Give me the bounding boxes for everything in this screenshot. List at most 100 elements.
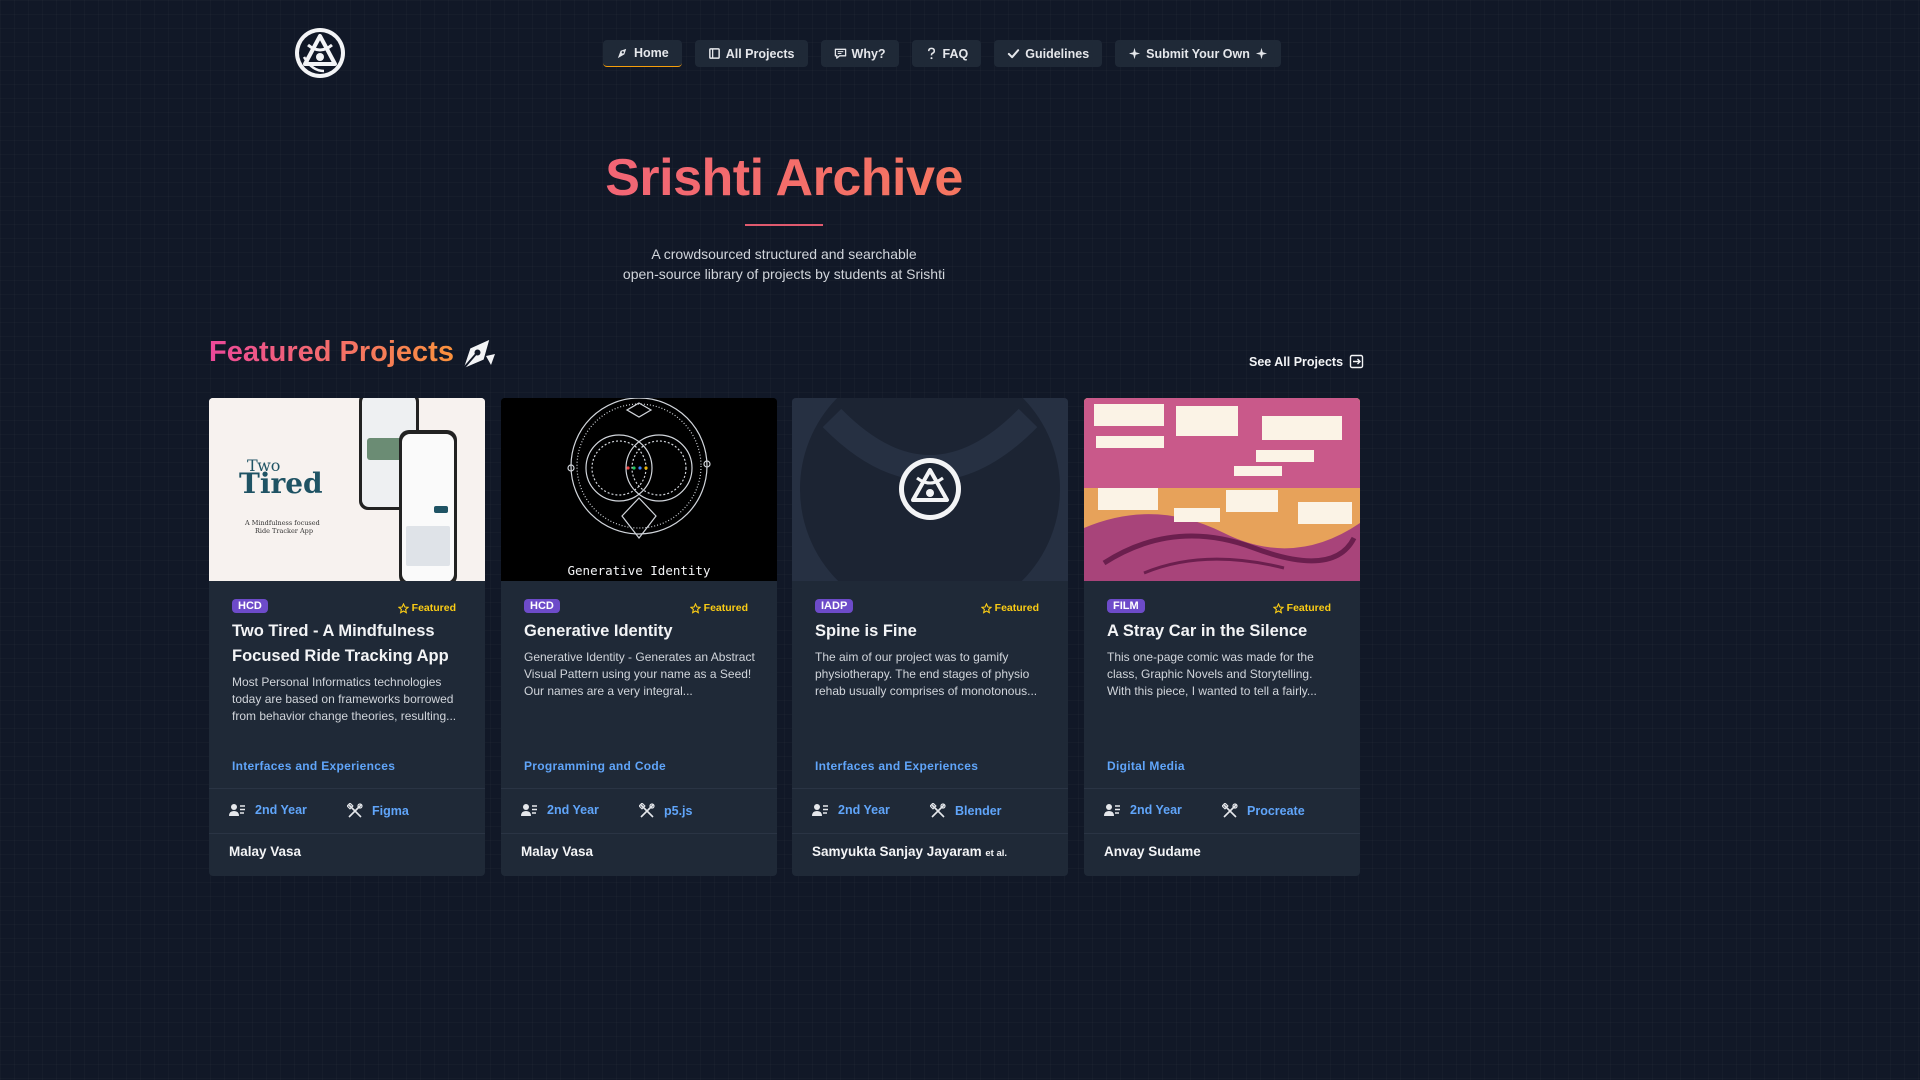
nav-submit-label: Submit Your Own — [1146, 46, 1250, 61]
card-title[interactable]: A Stray Car in the Silence — [1107, 619, 1342, 644]
chat-icon — [834, 48, 846, 59]
tool-info: Figma — [347, 803, 409, 819]
featured-label: Featured — [994, 602, 1039, 614]
main-nav: Home All Projects Why? FAQ Guidelines Su… — [603, 40, 1281, 67]
card-description: The aim of our project was to gamify phy… — [815, 650, 1038, 699]
student-icon — [812, 804, 828, 816]
year-label: 2nd Year — [547, 803, 599, 817]
card-description: Most Personal Informatics technologies t… — [232, 675, 457, 724]
featured-badge: Featured — [1272, 602, 1331, 614]
featured-title: Featured Projects — [209, 336, 454, 368]
card-description: This one-page comic was made for the cla… — [1107, 650, 1317, 699]
nav-all-projects-label: All Projects — [725, 46, 795, 61]
tool-info: Blender — [930, 803, 1002, 819]
pen-nib-icon — [462, 338, 495, 370]
featured-label: Featured — [703, 602, 748, 614]
author-name: Malay Vasa — [521, 844, 594, 859]
star-icon — [1272, 602, 1284, 614]
hero-subtitle-line-2: open-source library of projects by stude… — [622, 266, 946, 282]
department-tag[interactable]: FILM — [1107, 599, 1145, 613]
pen-nib-icon — [617, 48, 627, 58]
tool-info: p5.js — [639, 803, 693, 819]
sparkle-icon — [1255, 47, 1267, 60]
artwork-caption: Generative Identity — [568, 563, 711, 578]
year-info: 2nd Year — [521, 803, 599, 817]
featured-badge: Featured — [980, 602, 1039, 614]
star-icon — [689, 602, 701, 614]
category-link[interactable]: Digital Media — [1107, 759, 1185, 773]
hero-divider — [745, 224, 823, 226]
question-icon — [927, 47, 935, 60]
two-tired-artwork: Two Tired A Mindfulness focused Ride Tra… — [209, 398, 485, 581]
project-thumbnail[interactable] — [792, 398, 1068, 581]
tool-label: p5.js — [664, 804, 693, 818]
tools-icon — [347, 803, 363, 818]
card-meta: 2nd Year Figma — [209, 788, 485, 834]
project-thumbnail[interactable] — [1084, 398, 1360, 581]
book-icon — [708, 48, 720, 59]
department-tag[interactable]: HCD — [232, 599, 268, 613]
see-all-label: See All Projects — [1249, 354, 1344, 369]
nav-guidelines[interactable]: Guidelines — [994, 40, 1103, 67]
card-description: Generative Identity - Generates an Abstr… — [524, 650, 755, 699]
tool-label: Blender — [955, 804, 1002, 818]
check-icon — [1008, 49, 1020, 59]
featured-badge: Featured — [397, 602, 456, 614]
nav-home-label: Home — [634, 46, 669, 60]
star-icon — [980, 602, 992, 614]
card-author: Samyukta Sanjay Jayaram et al. — [812, 844, 1007, 859]
author-name: Malay Vasa — [229, 844, 302, 859]
nav-all-projects[interactable]: All Projects — [694, 40, 808, 67]
comic-artwork — [1084, 398, 1360, 581]
srishti-logo[interactable] — [294, 27, 346, 79]
featured-label: Featured — [1286, 602, 1331, 614]
student-icon — [229, 804, 245, 816]
project-thumbnail[interactable]: Generative Identity — [501, 398, 777, 581]
see-all-projects-link[interactable]: See All Projects — [1249, 354, 1364, 369]
year-info: 2nd Year — [229, 803, 307, 817]
nav-faq[interactable]: FAQ — [911, 40, 982, 67]
arrow-box-icon — [1349, 354, 1364, 369]
student-icon — [521, 804, 537, 816]
project-card[interactable]: FILM Featured A Stray Car in the Silence… — [1084, 398, 1360, 876]
card-author: Malay Vasa — [229, 844, 301, 859]
tool-label: Procreate — [1247, 804, 1305, 818]
category-link[interactable]: Programming and Code — [524, 759, 666, 773]
card-meta: 2nd Year p5.js — [501, 788, 777, 834]
tools-icon — [639, 803, 655, 818]
brand-big-text: Tired — [239, 467, 323, 500]
student-icon — [1104, 804, 1120, 816]
year-label: 2nd Year — [255, 803, 307, 817]
project-card[interactable]: Generative Identity HCD Featured Generat… — [501, 398, 777, 876]
tools-icon — [930, 803, 946, 818]
project-card[interactable]: Two Tired A Mindfulness focused Ride Tra… — [209, 398, 485, 876]
card-title[interactable]: Two Tired - A Mindfulness Focused Ride T… — [232, 619, 467, 669]
nav-faq-label: FAQ — [942, 46, 969, 61]
card-title[interactable]: Spine is Fine — [815, 619, 1050, 644]
hero-title: Srishti Archive — [0, 148, 1568, 208]
year-info: 2nd Year — [1104, 803, 1182, 817]
card-title[interactable]: Generative Identity — [524, 619, 759, 644]
category-link[interactable]: Interfaces and Experiences — [232, 759, 395, 773]
department-tag[interactable]: IADP — [815, 599, 854, 613]
nav-home[interactable]: Home — [603, 40, 682, 67]
author-suffix: et al. — [985, 848, 1008, 859]
nav-submit[interactable]: Submit Your Own — [1115, 40, 1281, 67]
year-label: 2nd Year — [1130, 803, 1182, 817]
department-tag[interactable]: HCD — [524, 599, 560, 613]
featured-label: Featured — [411, 602, 456, 614]
year-label: 2nd Year — [838, 803, 890, 817]
category-link[interactable]: Interfaces and Experiences — [815, 759, 978, 773]
tool-info: Procreate — [1222, 803, 1305, 819]
sparkle-icon — [1129, 47, 1141, 60]
card-meta: 2nd Year Procreate — [1084, 788, 1360, 834]
featured-badge: Featured — [689, 602, 748, 614]
author-name: Samyukta Sanjay Jayaram — [812, 844, 982, 859]
tools-icon — [1222, 803, 1238, 818]
project-card[interactable]: IADP Featured Spine is Fine The aim of o… — [792, 398, 1068, 876]
nav-why[interactable]: Why? — [820, 40, 899, 67]
tool-label: Figma — [372, 804, 409, 818]
nav-why-label: Why? — [851, 46, 886, 61]
project-thumbnail[interactable]: Two Tired A Mindfulness focused Ride Tra… — [209, 398, 485, 581]
author-name: Anvay Sudame — [1104, 844, 1201, 859]
